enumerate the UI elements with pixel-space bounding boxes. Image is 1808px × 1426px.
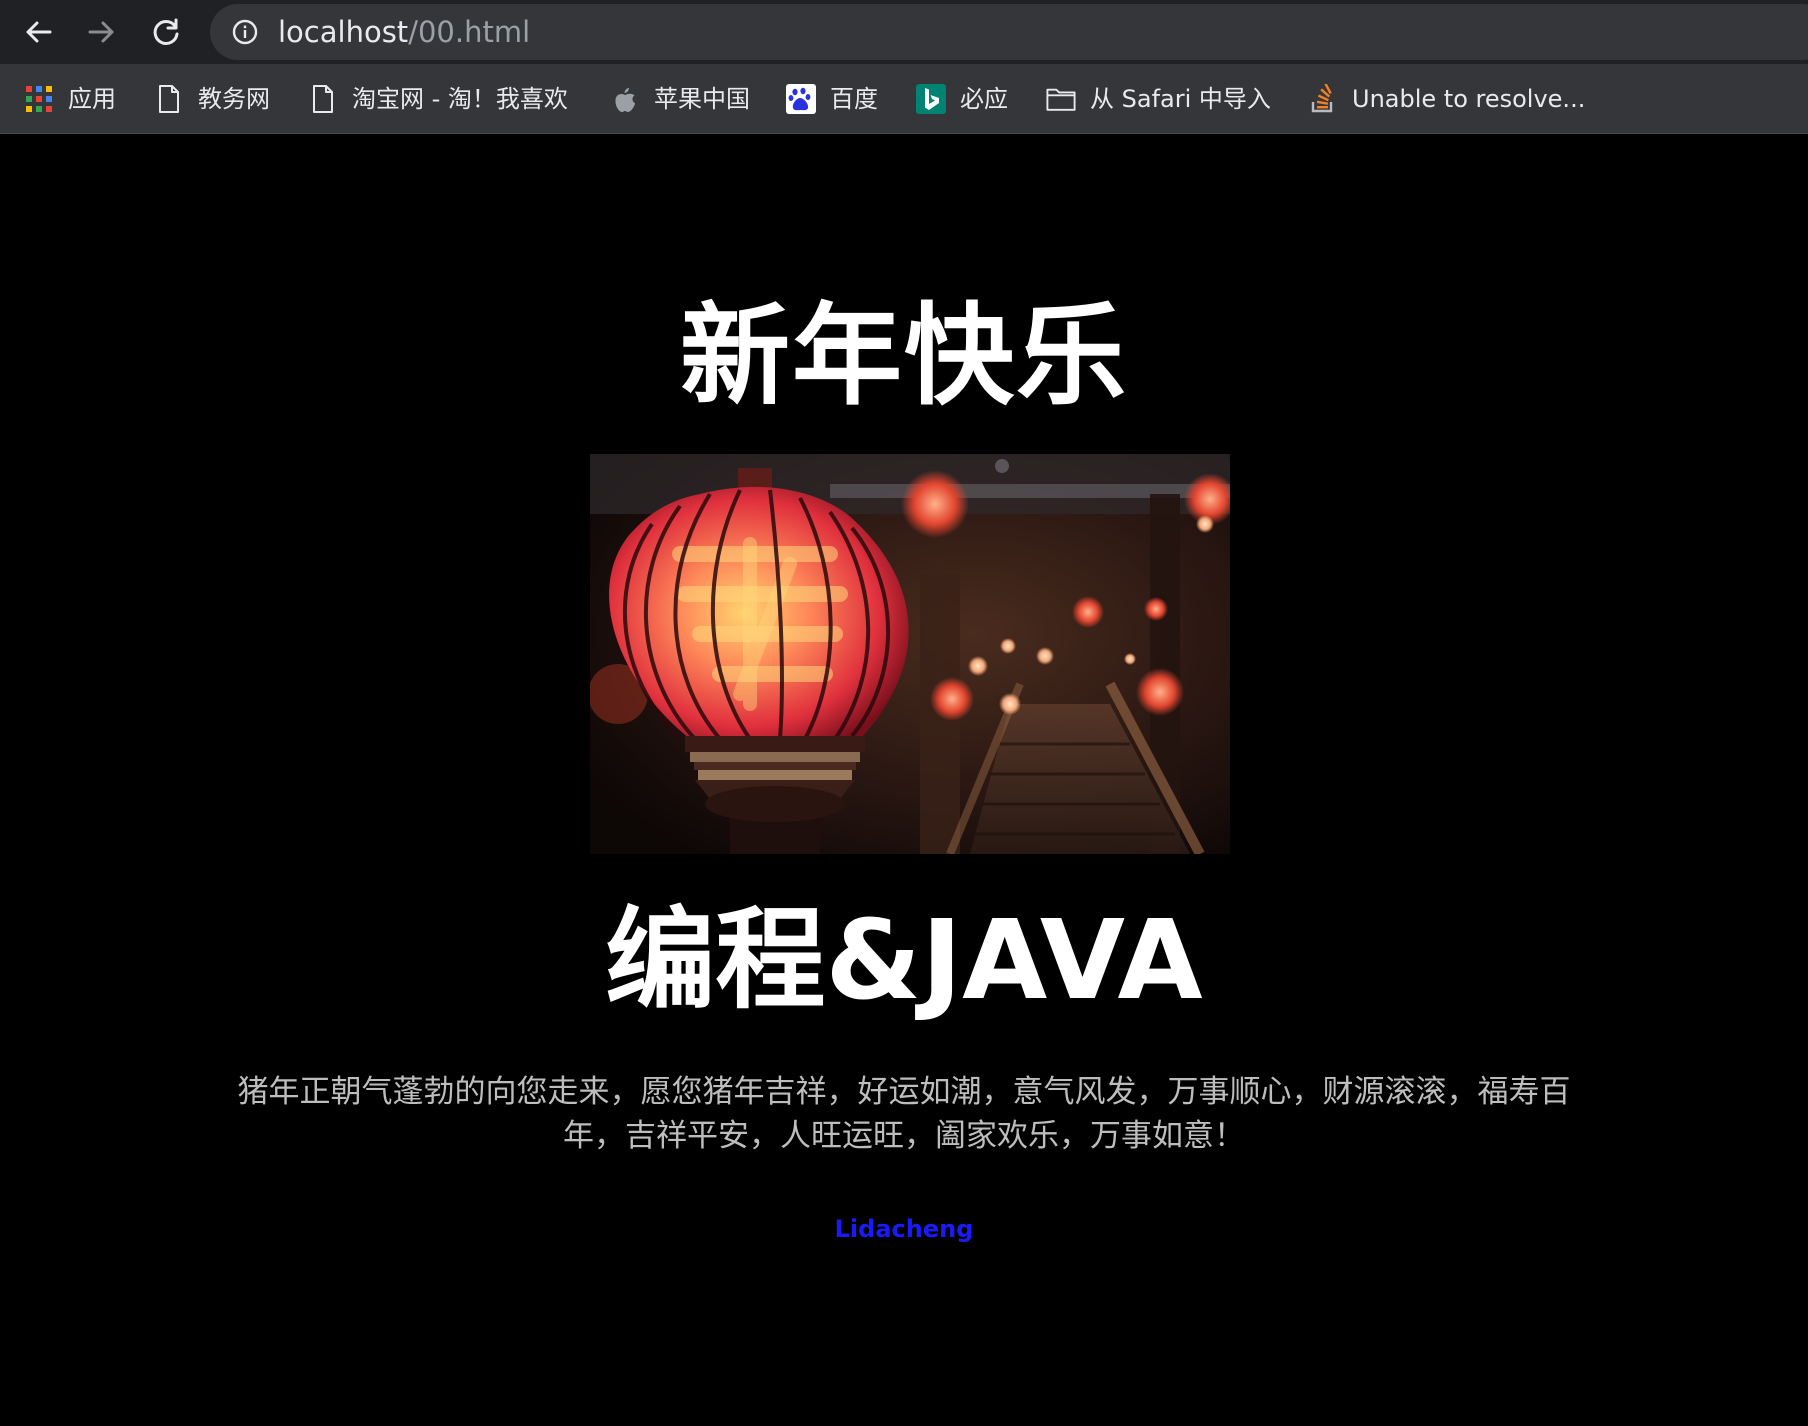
address-bar[interactable]: localhost/00.html (210, 4, 1808, 60)
bookmark-label: 教务网 (198, 85, 270, 113)
apps-grid-icon (24, 84, 54, 114)
bookmark-taobao[interactable]: 淘宝网 - 淘！我喜欢 (308, 80, 568, 118)
reload-icon (153, 18, 179, 45)
back-arrow-icon (26, 21, 52, 43)
page-icon (308, 84, 338, 114)
bookmark-label: Unable to resolve... (1352, 85, 1586, 113)
bookmark-stack-overflow[interactable]: Unable to resolve... (1308, 80, 1585, 118)
url-text[interactable]: localhost/00.html (278, 16, 530, 48)
url-path: /00.html (408, 15, 531, 49)
browser-toolbar: localhost/00.html (0, 0, 1808, 64)
author-credit: Lidacheng (0, 1214, 1808, 1244)
bookmark-jiaowu[interactable]: 教务网 (154, 80, 270, 118)
forward-arrow-icon (88, 21, 114, 43)
page-title: 新年快乐 (680, 292, 1128, 420)
baidu-icon (786, 84, 816, 114)
bookmark-label: 必应 (960, 85, 1008, 113)
page-body: 新年快乐 编程&JAVA 猪年正朝气蓬勃的向您走来，愿您猪年吉祥，好运如潮，意气… (0, 134, 1808, 1426)
bookmark-apps[interactable]: 应用 (24, 80, 116, 118)
author-link[interactable]: Lidacheng (835, 1215, 974, 1243)
folder-icon (1046, 84, 1076, 114)
bookmark-baidu[interactable]: 百度 (786, 80, 878, 118)
bookmarks-bar: 应用 教务网 淘宝网 - 淘！我喜欢 苹果中国 百度 必应 从 Safari 中… (0, 64, 1808, 134)
bookmark-label: 百度 (830, 85, 878, 113)
forward-button[interactable] (80, 10, 124, 54)
bookmark-label: 从 Safari 中导入 (1090, 85, 1271, 113)
bookmark-apple-china[interactable]: 苹果中国 (610, 80, 750, 118)
back-button[interactable] (16, 10, 60, 54)
bookmark-label: 应用 (68, 85, 116, 113)
bookmark-safari-import-folder[interactable]: 从 Safari 中导入 (1046, 80, 1271, 118)
page-icon (154, 84, 184, 114)
site-info-icon[interactable] (232, 19, 258, 45)
apple-icon (610, 84, 640, 114)
stack-overflow-icon (1308, 84, 1338, 114)
blessing-paragraph: 猪年正朝气蓬勃的向您走来，愿您猪年吉祥，好运如潮，意气风发，万事顺心，财源滚滚，… (237, 1074, 1571, 1154)
page-subtitle: 编程&JAVA (605, 896, 1203, 1024)
bing-icon (916, 84, 946, 114)
red-lantern-photo (590, 454, 1230, 854)
bookmark-label: 淘宝网 - 淘！我喜欢 (352, 85, 568, 113)
bookmark-label: 苹果中国 (654, 85, 750, 113)
bookmark-bing[interactable]: 必应 (916, 80, 1008, 118)
reload-button[interactable] (144, 10, 188, 54)
url-host: localhost (278, 15, 409, 49)
